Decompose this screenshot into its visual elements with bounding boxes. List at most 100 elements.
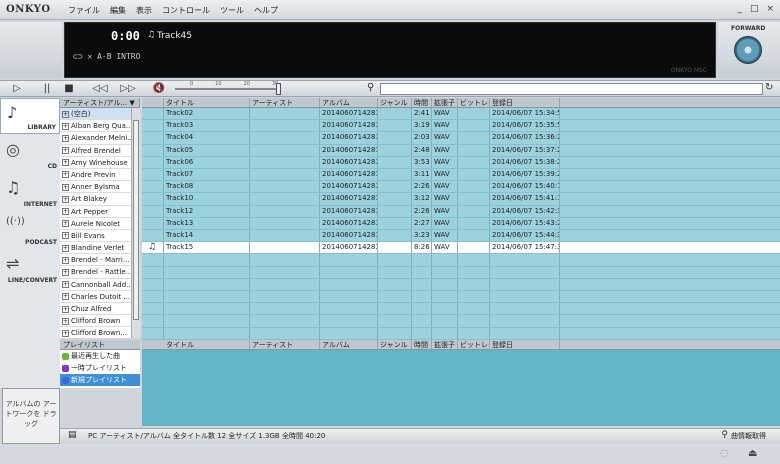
column-header[interactable]: 登録日 bbox=[490, 340, 560, 349]
playlist-item[interactable]: 一時プレイリスト bbox=[60, 362, 140, 374]
previous-button[interactable]: ◁◁ bbox=[88, 82, 112, 96]
artist-list-item[interactable]: + Alban Berg Qua... bbox=[60, 120, 139, 133]
column-header[interactable]: 拡張子 bbox=[432, 98, 458, 107]
artist-list-item[interactable]: + Anner Bylsma bbox=[60, 181, 139, 194]
playback-modes[interactable]: ⊂⊃ ✕ A-B INTRO bbox=[73, 52, 140, 61]
expand-icon[interactable]: + bbox=[62, 195, 69, 203]
pause-button[interactable]: || bbox=[38, 82, 56, 96]
track-row[interactable]: Track03 20140607142832 3:19WAV 2014/06/07 1… bbox=[142, 120, 780, 133]
expand-icon[interactable]: + bbox=[62, 329, 69, 337]
playlist-item[interactable]: 最近再生した曲 bbox=[60, 350, 140, 362]
artist-list-item[interactable]: + Charles Dutoit ... bbox=[60, 291, 139, 303]
column-header[interactable]: ジャンル bbox=[378, 98, 412, 107]
artist-list-item[interactable]: + Bill Evans bbox=[60, 230, 139, 243]
category-library[interactable]: ♪ LIBRARY bbox=[0, 98, 60, 134]
menu-edit[interactable]: 編集 bbox=[110, 5, 126, 16]
artist-list-item[interactable]: + Art Pepper bbox=[60, 206, 139, 218]
track-row[interactable]: Track07 20140607142832 3:11WAV 2014/06/07 1… bbox=[142, 169, 780, 182]
category-podcast[interactable]: ((·)) PODCAST bbox=[0, 212, 60, 248]
track-row[interactable]: Track13 20140607142832 2:27WAV 2014/06/07 1… bbox=[142, 217, 780, 230]
column-header[interactable]: ジャンル bbox=[378, 340, 412, 349]
next-button[interactable]: ▷▷ bbox=[116, 82, 140, 96]
artist-list-item[interactable]: + Clifford Brown... bbox=[60, 327, 139, 338]
expand-icon[interactable]: + bbox=[62, 305, 69, 313]
column-header[interactable]: アーティスト bbox=[250, 340, 320, 349]
artist-list-item[interactable]: + (空白) bbox=[60, 108, 139, 121]
playlist-item[interactable]: 新規プレイリスト bbox=[60, 374, 140, 386]
volume-slider-track[interactable] bbox=[175, 88, 280, 90]
forward-disc-icon[interactable] bbox=[734, 36, 762, 64]
artist-list-item[interactable]: + Cannonball Add... bbox=[60, 279, 139, 291]
stop-button[interactable]: ■ bbox=[60, 82, 78, 96]
column-header[interactable]: ビットレー... bbox=[458, 98, 490, 107]
track-row[interactable]: Track12 20140607142832 2:26WAV 2014/06/07 1… bbox=[142, 205, 780, 218]
category-internet[interactable]: ♫ INTERNET bbox=[0, 174, 60, 210]
expand-icon[interactable]: + bbox=[62, 317, 69, 325]
column-header[interactable]: 登録日 bbox=[490, 98, 560, 107]
track-row[interactable]: Track06 20140607142832 3:53WAV 2014/06/07 1… bbox=[142, 156, 780, 169]
expand-icon[interactable]: + bbox=[62, 159, 69, 167]
volume-slider-knob[interactable] bbox=[276, 83, 281, 95]
column-header[interactable]: タイトル bbox=[164, 98, 250, 107]
expand-icon[interactable]: + bbox=[62, 110, 69, 118]
expand-icon[interactable]: + bbox=[62, 171, 69, 179]
sound-icon[interactable]: ◌ bbox=[720, 448, 729, 459]
expand-icon[interactable]: + bbox=[62, 220, 69, 228]
scrollbar-thumb[interactable] bbox=[133, 120, 139, 320]
artist-list-item[interactable]: + Alfred Brendel bbox=[60, 145, 139, 157]
column-header[interactable]: 拡張子 bbox=[432, 340, 458, 349]
menu-tools[interactable]: ツール bbox=[220, 5, 244, 16]
column-header[interactable]: ビットレー... bbox=[458, 340, 490, 349]
column-header[interactable]: タイトル bbox=[164, 340, 250, 349]
mute-icon[interactable]: 🔇 bbox=[150, 82, 168, 96]
menu-control[interactable]: コントロール bbox=[162, 5, 210, 16]
expand-icon[interactable]: + bbox=[62, 208, 69, 215]
expand-icon[interactable]: + bbox=[62, 256, 69, 264]
expand-icon[interactable]: + bbox=[62, 183, 69, 191]
artwork-drop-zone[interactable]: アルバムの アートワークを ドラッグ bbox=[2, 388, 60, 444]
refresh-icon[interactable]: ↻ bbox=[765, 82, 773, 93]
column-header[interactable]: アーティスト bbox=[250, 98, 320, 107]
menu-view[interactable]: 表示 bbox=[136, 5, 152, 16]
expand-icon[interactable]: + bbox=[62, 268, 69, 276]
expand-icon[interactable]: + bbox=[62, 134, 69, 142]
track-row[interactable]: Track04 20140607142832 2:03WAV 2014/06/07 1… bbox=[142, 132, 780, 145]
maximize-button[interactable]: □ bbox=[750, 4, 759, 14]
column-header[interactable]: アルバム bbox=[320, 340, 378, 349]
artist-list-item[interactable]: + Art Blakey bbox=[60, 193, 139, 206]
track-row[interactable]: Track08 20140607142832 2:26WAV 2014/06/07 1… bbox=[142, 181, 780, 194]
expand-icon[interactable]: + bbox=[62, 147, 69, 155]
artist-scrollbar[interactable] bbox=[131, 108, 140, 338]
category-cd[interactable]: ◎ CD bbox=[0, 136, 60, 172]
track-row[interactable]: Track02 20140607142832 2:41WAV 2014/06/07 1… bbox=[142, 108, 780, 121]
artist-list-item[interactable]: + Chuz Alfred bbox=[60, 303, 139, 316]
artist-list-item[interactable]: + Aurele Nicolet bbox=[60, 218, 139, 230]
menu-help[interactable]: ヘルプ bbox=[254, 5, 278, 16]
artist-list-item[interactable]: + Amy Winehouse bbox=[60, 157, 139, 169]
artist-list-item[interactable]: + Brendel - Rattle... bbox=[60, 266, 139, 279]
menu-file[interactable]: ファイル bbox=[68, 5, 100, 16]
library-list-icon[interactable]: ▤ bbox=[68, 430, 77, 440]
artist-list-item[interactable]: + Alexander Melni... bbox=[60, 132, 139, 145]
expand-icon[interactable]: + bbox=[62, 293, 69, 301]
eject-icon[interactable]: ⏏ bbox=[748, 448, 757, 459]
column-header[interactable]: 時間 bbox=[412, 98, 432, 107]
column-header[interactable] bbox=[142, 98, 164, 107]
play-button[interactable]: ▷ bbox=[8, 82, 26, 96]
artist-list-item[interactable]: + Brendel - Marri... bbox=[60, 254, 139, 267]
category-line-convert[interactable]: ⇌ LINE/CONVERT bbox=[0, 250, 60, 286]
expand-icon[interactable]: + bbox=[62, 122, 69, 130]
minimize-button[interactable]: _ bbox=[737, 4, 742, 14]
info-search-icon[interactable]: ⚲ bbox=[721, 430, 728, 440]
track-row[interactable]: ♫ Track15 20140607142832 8:26WAV 2014/06/07 … bbox=[142, 242, 780, 255]
expand-icon[interactable]: + bbox=[62, 232, 69, 240]
artist-list-item[interactable]: + Blandine Verlet bbox=[60, 242, 139, 255]
get-track-info-button[interactable]: 曲情報取得 bbox=[731, 431, 766, 441]
track-row[interactable]: Track05 20140607142832 2:48WAV 2014/06/07 1… bbox=[142, 144, 780, 157]
expand-icon[interactable]: + bbox=[62, 281, 69, 289]
search-input[interactable] bbox=[380, 83, 763, 95]
track-row[interactable]: Track14 20140607142832 3:23WAV 2014/06/07 1… bbox=[142, 230, 780, 243]
artist-list-header[interactable]: アーティスト/アル... ▼ bbox=[60, 98, 139, 108]
artist-list-item[interactable]: + Clifford Brown bbox=[60, 315, 139, 328]
close-button[interactable]: × bbox=[766, 4, 774, 14]
